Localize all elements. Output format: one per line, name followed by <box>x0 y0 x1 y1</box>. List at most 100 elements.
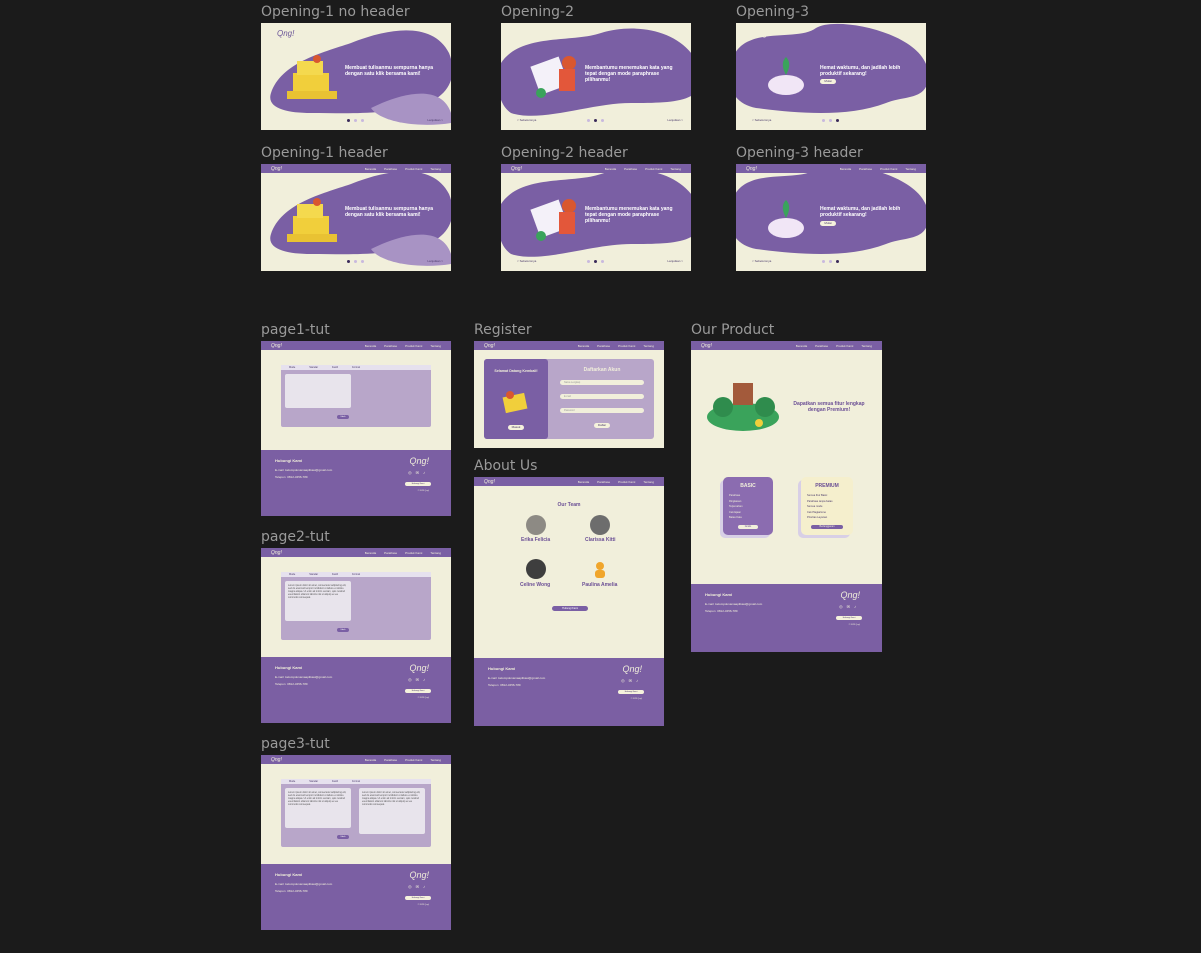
frame-page3-tut[interactable]: Qng! Beranda Parafrase Produk Kami Tenta… <box>261 755 451 930</box>
social-icons[interactable]: ◎✉♪ <box>408 884 429 889</box>
pagination-dots[interactable] <box>822 260 839 263</box>
frame-opening3-header[interactable]: Qng! Beranda Parafrase Produk Kami Tenta… <box>736 164 926 271</box>
nav-link-paraphrase[interactable]: Parafrase <box>859 167 872 171</box>
next-link[interactable]: Lanjutkan > <box>667 118 683 122</box>
nav-link-home[interactable]: Beranda <box>365 758 376 762</box>
social-icons[interactable]: ◎✉♪ <box>839 604 860 609</box>
nav-logo[interactable]: Qng! <box>271 343 282 349</box>
contact-button[interactable]: Hubungi Kami <box>405 896 431 900</box>
nav-logo[interactable]: Qng! <box>271 757 282 763</box>
pagination-dots[interactable] <box>347 260 364 263</box>
paraphrase-button[interactable]: Ubah <box>337 628 349 632</box>
basic-plan-button[interactable]: Gratis <box>738 524 758 529</box>
input-textarea[interactable]: Lorem ipsum dolor sit amet, consectetur … <box>285 581 351 621</box>
nav-link-about[interactable]: Tentang <box>430 344 441 348</box>
register-button[interactable]: Daftar <box>594 423 610 428</box>
nav-link-paraphrase[interactable]: Parafrase <box>384 551 397 555</box>
nav-link-paraphrase[interactable]: Parafrase <box>597 480 610 484</box>
frame-opening2[interactable]: Qng! Membantumu menemukan kata yang tepa… <box>501 23 691 130</box>
nav-logo[interactable]: Qng! <box>511 166 522 172</box>
nav-link-home[interactable]: Beranda <box>365 344 376 348</box>
nav-link-about[interactable]: Tentang <box>670 167 681 171</box>
start-button[interactable]: Mulai <box>820 221 836 226</box>
pagination-dots[interactable] <box>587 119 604 122</box>
nav-link-products[interactable]: Produk Kami <box>645 167 662 171</box>
nav-link-products[interactable]: Produk Kami <box>618 344 635 348</box>
contact-us-button[interactable]: Hubungi Kami <box>552 606 588 611</box>
pagination-dots[interactable] <box>822 119 839 122</box>
prev-link[interactable]: < Sebelumnya <box>752 259 771 263</box>
tab-mode[interactable]: Mode <box>289 780 295 783</box>
nav-link-about[interactable]: Tentang <box>430 551 441 555</box>
frame-about-us[interactable]: Qng! Beranda Parafrase Produk Kami Tenta… <box>474 477 664 726</box>
name-field[interactable]: Nama Lengkap <box>560 380 644 385</box>
nav-link-products[interactable]: Produk Kami <box>405 344 422 348</box>
start-button[interactable]: Mulai <box>820 79 836 84</box>
nav-link-products[interactable]: Produk Kami <box>405 758 422 762</box>
prev-link[interactable]: < Sebelumnya <box>517 118 536 122</box>
social-icons[interactable]: ◎✉♪ <box>408 470 429 475</box>
nav-logo[interactable]: Qng! <box>701 343 712 349</box>
tab-formal[interactable]: Formal <box>352 573 360 576</box>
next-link[interactable]: Lanjutkan > <box>427 259 443 263</box>
tab-mode[interactable]: Mode <box>289 573 295 576</box>
nav-link-paraphrase[interactable]: Parafrase <box>815 344 828 348</box>
tab-fluent[interactable]: Fasih <box>332 573 338 576</box>
nav-link-home[interactable]: Beranda <box>365 167 376 171</box>
prev-link[interactable]: < Sebelumnya <box>517 259 536 263</box>
tab-mode[interactable]: Mode <box>289 366 295 369</box>
paraphrase-button[interactable]: Ubah <box>337 835 349 839</box>
nav-link-about[interactable]: Tentang <box>430 758 441 762</box>
input-textarea[interactable]: Lorem ipsum dolor sit amet, consectetur … <box>285 788 351 828</box>
tab-fluent[interactable]: Fasih <box>332 780 338 783</box>
paraphrase-button[interactable]: Ubah <box>337 415 349 419</box>
tab-formal[interactable]: Formal <box>352 780 360 783</box>
nav-link-products[interactable]: Produk Kami <box>618 480 635 484</box>
nav-link-home[interactable]: Beranda <box>605 167 616 171</box>
nav-link-about[interactable]: Tentang <box>430 167 441 171</box>
contact-button[interactable]: Hubungi Kami <box>618 690 644 694</box>
prev-link[interactable]: < Sebelumnya <box>752 118 771 122</box>
nav-logo[interactable]: Qng! <box>271 166 282 172</box>
nav-logo[interactable]: Qng! <box>484 343 495 349</box>
nav-link-products[interactable]: Produk Kami <box>405 551 422 555</box>
nav-link-home[interactable]: Beranda <box>796 344 807 348</box>
nav-logo[interactable]: Qng! <box>271 550 282 556</box>
frame-opening1-no-header[interactable]: Qng! Membuat tulisanmu sempurna hanya de… <box>261 23 451 130</box>
nav-link-paraphrase[interactable]: Parafrase <box>624 167 637 171</box>
contact-button[interactable]: Hubungi Kami <box>405 482 431 486</box>
pagination-dots[interactable] <box>347 119 364 122</box>
input-textarea[interactable] <box>285 374 351 408</box>
nav-link-paraphrase[interactable]: Parafrase <box>597 344 610 348</box>
tab-fluent[interactable]: Fasih <box>332 366 338 369</box>
nav-logo[interactable]: Qng! <box>746 166 757 172</box>
nav-link-paraphrase[interactable]: Parafrase <box>384 758 397 762</box>
nav-link-about[interactable]: Tentang <box>861 344 872 348</box>
nav-link-about[interactable]: Tentang <box>905 167 916 171</box>
frame-opening3[interactable]: Qng! Hemat waktumu, dan jadilah lebih pr… <box>736 23 926 130</box>
nav-link-products[interactable]: Produk Kami <box>836 344 853 348</box>
email-field[interactable]: E-mail <box>560 394 644 399</box>
frame-our-product[interactable]: Qng! Beranda Parafrase Produk Kami Tenta… <box>691 341 882 652</box>
nav-link-home[interactable]: Beranda <box>365 551 376 555</box>
nav-logo[interactable]: Qng! <box>484 479 495 485</box>
premium-plan-button[interactable]: Berlangganan <box>811 524 843 529</box>
next-link[interactable]: Lanjutkan > <box>427 118 443 122</box>
tab-standard[interactable]: Standar <box>309 780 318 783</box>
login-button[interactable]: Masuk <box>508 425 524 430</box>
tab-formal[interactable]: Formal <box>352 366 360 369</box>
tab-standard[interactable]: Standar <box>309 366 318 369</box>
nav-link-paraphrase[interactable]: Parafrase <box>384 344 397 348</box>
social-icons[interactable]: ◎✉♪ <box>621 678 642 683</box>
nav-link-paraphrase[interactable]: Parafrase <box>384 167 397 171</box>
nav-link-home[interactable]: Beranda <box>578 480 589 484</box>
social-icons[interactable]: ◎✉♪ <box>408 677 429 682</box>
nav-link-home[interactable]: Beranda <box>578 344 589 348</box>
tab-standard[interactable]: Standar <box>309 573 318 576</box>
nav-link-products[interactable]: Produk Kami <box>405 167 422 171</box>
pagination-dots[interactable] <box>587 260 604 263</box>
frame-page1-tut[interactable]: Qng! Beranda Parafrase Produk Kami Tenta… <box>261 341 451 516</box>
frame-opening1-header[interactable]: Qng! Beranda Parafrase Produk Kami Tenta… <box>261 164 451 271</box>
next-link[interactable]: Lanjutkan > <box>667 259 683 263</box>
frame-page2-tut[interactable]: Qng! Beranda Parafrase Produk Kami Tenta… <box>261 548 451 723</box>
